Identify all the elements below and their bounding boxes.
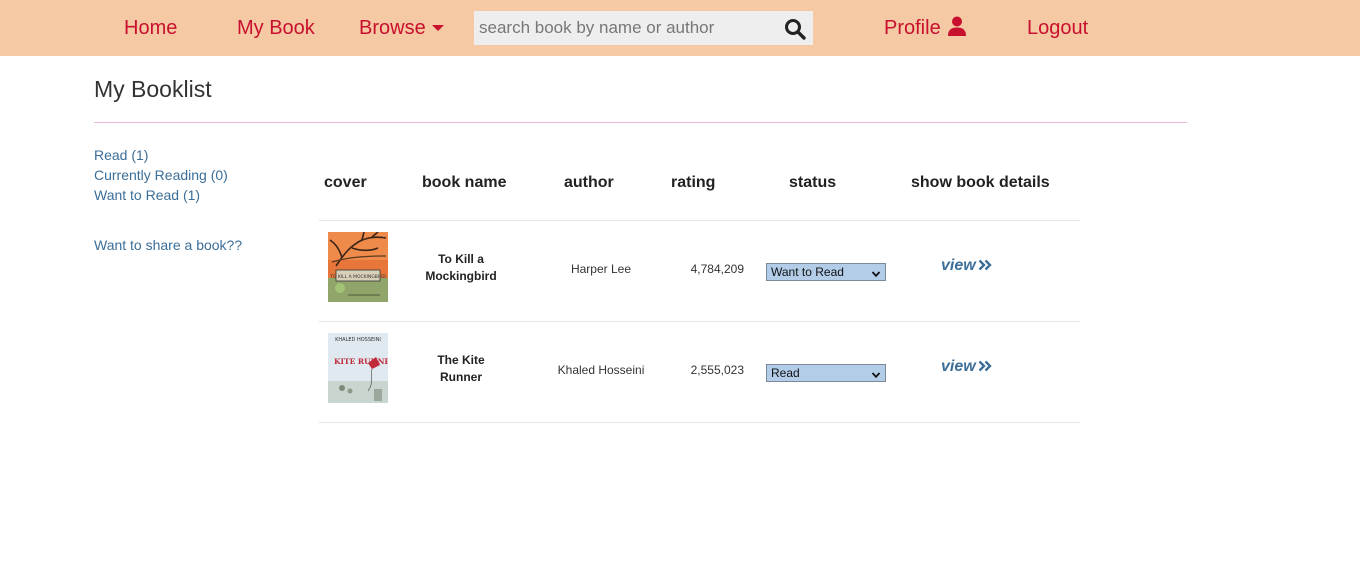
share-book-link[interactable]: Want to share a book?? <box>94 235 242 255</box>
search-input[interactable] <box>474 11 774 45</box>
view-link-label: view <box>941 257 976 274</box>
book-name-line: Mockingbird <box>425 269 497 283</box>
status-select-value: Want to Read <box>771 265 844 279</box>
book-name: The Kite Runner <box>411 352 511 386</box>
nav-home-link[interactable]: Home <box>124 15 177 41</box>
view-book-link[interactable]: view <box>941 257 992 276</box>
shelf-currently-reading-link[interactable]: Currently Reading (0) <box>94 165 228 185</box>
book-cover-image[interactable]: KHALED HOSSEINI KITE RUNNER <box>328 333 388 403</box>
navbar: Home My Book Browse Profile Logout <box>0 0 1360 56</box>
chevron-down-icon <box>871 368 881 384</box>
book-rating: 4,784,209 <box>690 262 744 276</box>
nav-logout-link[interactable]: Logout <box>1027 15 1088 41</box>
title-divider <box>94 122 1187 123</box>
user-icon <box>947 16 967 43</box>
book-name-line: Runner <box>440 370 482 384</box>
book-name-line: To Kill a <box>438 252 484 266</box>
table-bottom-divider <box>319 422 1080 423</box>
book-cover-image[interactable]: TO KILL A MOCKINGBIRD <box>328 232 388 302</box>
svg-text:KHALED HOSSEINI: KHALED HOSSEINI <box>335 337 381 343</box>
shelf-want-to-read-link[interactable]: Want to Read (1) <box>94 185 228 205</box>
nav-profile-label: Profile <box>884 17 941 39</box>
cover-title-text: KITE RUNNER <box>334 357 388 366</box>
table-row: KHALED HOSSEINI KITE RUNNER The Kite Run… <box>319 321 1080 422</box>
chevron-down-icon <box>871 267 881 283</box>
shelf-read-link[interactable]: Read (1) <box>94 145 228 165</box>
table-row: TO KILL A MOCKINGBIRD To Kill a Mockingb… <box>319 220 1080 321</box>
book-rating: 2,555,023 <box>690 363 744 377</box>
view-book-link[interactable]: view <box>941 358 992 377</box>
nav-my-book-link[interactable]: My Book <box>237 15 315 41</box>
cover-title-text: TO KILL A MOCKINGBIRD <box>329 274 386 280</box>
double-chevron-right-icon <box>978 258 992 276</box>
column-header-status: status <box>789 174 837 191</box>
book-name-line: The Kite <box>437 353 485 367</box>
status-select[interactable]: Read <box>766 364 886 382</box>
search-box <box>474 11 813 45</box>
column-header-cover: cover <box>324 174 367 191</box>
double-chevron-right-icon <box>978 359 992 377</box>
page-title: My Booklist <box>94 76 212 102</box>
nav-profile-link[interactable]: Profile <box>884 15 967 43</box>
status-select-value: Read <box>771 366 800 380</box>
caret-down-icon <box>431 25 444 31</box>
view-link-label: view <box>941 358 976 375</box>
column-header-author: author <box>564 174 614 191</box>
nav-browse-dropdown[interactable]: Browse <box>359 15 444 41</box>
shelf-sidebar: Read (1) Currently Reading (0) Want to R… <box>94 145 228 205</box>
status-select[interactable]: Want to Read <box>766 263 886 281</box>
column-header-show-book-details: show book details <box>911 174 1050 191</box>
book-name: To Kill a Mockingbird <box>411 251 511 285</box>
book-author: Khaled Hosseini <box>557 363 645 377</box>
book-author: Harper Lee <box>570 262 632 276</box>
search-icon[interactable] <box>783 17 807 41</box>
nav-browse-label: Browse <box>359 17 426 39</box>
column-header-book-name: book name <box>422 174 507 191</box>
column-header-rating: rating <box>671 174 716 191</box>
